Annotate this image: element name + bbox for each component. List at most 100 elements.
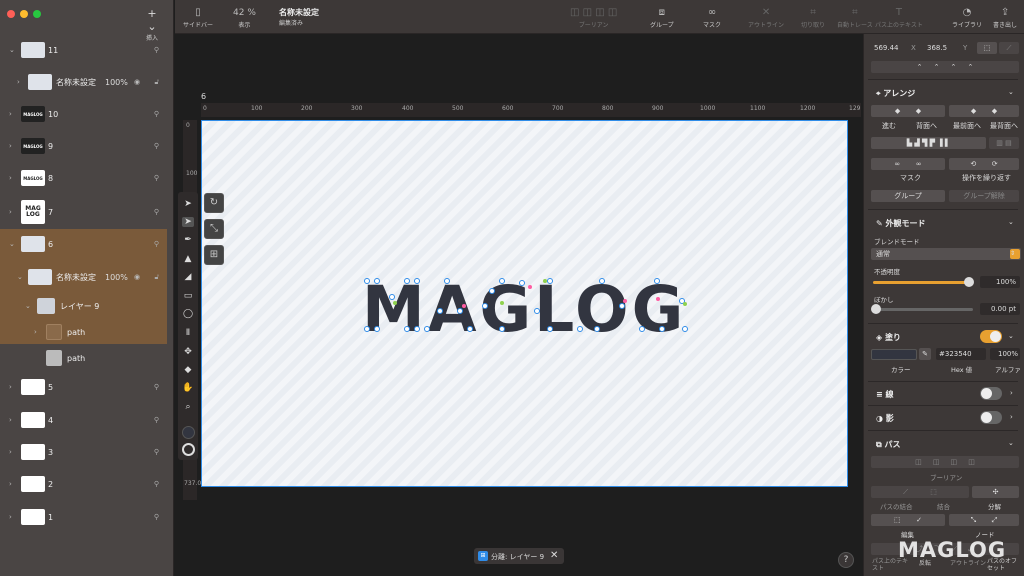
eyedropper-icon[interactable]: ✎ bbox=[919, 348, 931, 360]
pin-icon[interactable]: ⚲ bbox=[154, 208, 159, 216]
edit-buttons[interactable]: ⬚ ✓ bbox=[871, 514, 945, 526]
sidebar-toggle-button[interactable]: ▯ サイドバー bbox=[183, 6, 213, 29]
opacity-slider-knob[interactable] bbox=[964, 277, 974, 287]
layer-row[interactable]: ⌄ 名称未設定 100% ◉ 🔓︎ bbox=[0, 261, 173, 293]
export-button[interactable]: ⇪ 書き出し bbox=[993, 6, 1017, 29]
hex-field[interactable]: #323540 bbox=[936, 348, 986, 360]
node-buttons[interactable]: ⤡ ⤢ bbox=[949, 514, 1019, 526]
select-tool-icon[interactable]: ➤ bbox=[182, 199, 194, 209]
layer-row[interactable]: ⌄ 11 ⚲ bbox=[0, 34, 173, 66]
layer-row[interactable]: › 2 ⚲ bbox=[0, 468, 173, 500]
hand-tool-icon[interactable]: ✋ bbox=[182, 383, 194, 393]
chevron-right-icon[interactable]: › bbox=[9, 208, 12, 216]
layer-row[interactable]: › 5 ⚲ bbox=[0, 371, 173, 403]
chevron-right-icon[interactable]: › bbox=[34, 328, 37, 336]
layer-row[interactable]: path bbox=[0, 342, 173, 374]
layer-row-selected[interactable]: ⌄ 6 ⚲ bbox=[0, 228, 173, 260]
chevron-down-icon[interactable]: ⌄ bbox=[17, 273, 23, 281]
chevron-down-icon[interactable]: ⌄ bbox=[25, 302, 31, 310]
crop-button[interactable]: ⌗ 切り取り bbox=[801, 6, 825, 29]
lock-icon[interactable]: 🔓︎ bbox=[154, 78, 159, 87]
align-buttons[interactable]: ⌃ ⌃ ⌃ ⌃ bbox=[871, 61, 1019, 73]
chevron-down-icon[interactable]: ⌄ bbox=[1008, 88, 1014, 96]
eraser-tool-icon[interactable]: ◆ bbox=[182, 365, 194, 375]
move-tool-icon[interactable]: ✥ bbox=[182, 347, 194, 357]
help-button[interactable]: ? bbox=[838, 552, 854, 568]
pin-icon[interactable]: ⚲ bbox=[154, 142, 159, 150]
pin-icon[interactable]: ⚲ bbox=[154, 480, 159, 488]
chevron-down-icon[interactable]: ⌄ bbox=[1008, 218, 1014, 226]
text-on-path-button[interactable]: T パス上のテキスト bbox=[875, 6, 923, 29]
resize-handle-icon[interactable]: ⤡ bbox=[204, 219, 224, 239]
chevron-right-icon[interactable]: › bbox=[9, 480, 12, 488]
chevron-right-icon[interactable]: › bbox=[1010, 389, 1013, 397]
zoom-tool-icon[interactable]: ⌕ bbox=[182, 402, 194, 412]
opacity-slider[interactable] bbox=[873, 281, 973, 284]
chevron-right-icon[interactable]: › bbox=[9, 110, 12, 118]
pencil-tool-icon[interactable]: ▲ bbox=[182, 254, 194, 264]
y-field[interactable]: 368.5 bbox=[927, 44, 947, 52]
zoom-window-button[interactable] bbox=[33, 10, 41, 18]
ungroup-button[interactable]: グループ解除 bbox=[949, 190, 1019, 202]
chevron-right-icon[interactable]: › bbox=[9, 513, 12, 521]
blend-mode-select[interactable]: 通常 ⇕ bbox=[871, 248, 1021, 260]
chevron-down-icon[interactable]: ⌄ bbox=[1008, 332, 1014, 340]
eye-icon[interactable]: ◉ bbox=[134, 78, 140, 86]
pin-icon[interactable]: ⚲ bbox=[154, 46, 159, 54]
group-button[interactable]: グループ bbox=[871, 190, 945, 202]
stroke-color-swatch[interactable] bbox=[182, 443, 195, 456]
fill-color-swatch[interactable] bbox=[182, 426, 195, 439]
frame-icon[interactable]: ⬚ bbox=[977, 42, 997, 54]
alpha-field[interactable]: 100% bbox=[990, 348, 1020, 360]
lock-icon[interactable]: 🔓︎ bbox=[154, 273, 159, 282]
layer-row[interactable]: › MAGLOG 10 ⚲ bbox=[0, 98, 173, 130]
pen-tool-icon[interactable]: ✒ bbox=[182, 235, 194, 245]
text-tool-icon[interactable]: Ⅱ bbox=[182, 328, 194, 338]
layer-row[interactable]: › 4 ⚲ bbox=[0, 404, 173, 436]
pin-icon[interactable]: ⚲ bbox=[154, 240, 159, 248]
blur-slider[interactable] bbox=[873, 308, 973, 311]
mask-button[interactable]: ∞ マスク bbox=[703, 6, 721, 29]
fill-toggle[interactable] bbox=[980, 330, 1002, 343]
close-icon[interactable]: ✕ bbox=[550, 550, 558, 561]
repeat-toggle[interactable]: ⟲ ⟳ bbox=[949, 158, 1019, 170]
pin-icon[interactable]: ⚲ bbox=[154, 448, 159, 456]
chevron-right-icon[interactable]: › bbox=[9, 174, 12, 182]
chevron-right-icon[interactable]: › bbox=[9, 416, 12, 424]
autotrace-button[interactable]: ⌗ 自動トレース bbox=[837, 6, 873, 29]
transform-icon[interactable]: ⊞ bbox=[204, 245, 224, 265]
eye-icon[interactable]: ◉ bbox=[134, 273, 140, 281]
opacity-field[interactable]: 100% bbox=[980, 276, 1020, 288]
blur-field[interactable]: 0.00 pt bbox=[980, 303, 1020, 315]
blur-slider-knob[interactable] bbox=[871, 304, 881, 314]
rotate-handle-icon[interactable]: ↻ bbox=[204, 193, 224, 213]
layer-row[interactable]: › MAGLOG 8 ⚲ bbox=[0, 162, 173, 194]
chevron-right-icon[interactable]: › bbox=[1010, 413, 1013, 421]
library-button[interactable]: ◔ ライブラリ bbox=[952, 6, 982, 29]
align-distribute-buttons[interactable]: ▙ ▟ ▜ ▛ ▐ ▌ bbox=[871, 137, 986, 149]
stroke-toggle[interactable] bbox=[980, 387, 1002, 400]
pin-icon[interactable]: ⚲ bbox=[154, 174, 159, 182]
distribute-buttons[interactable]: ▥ ▤ bbox=[989, 137, 1019, 149]
minimize-window-button[interactable] bbox=[20, 10, 28, 18]
close-window-button[interactable] bbox=[7, 10, 15, 18]
chevron-right-icon[interactable]: › bbox=[9, 383, 12, 391]
split-button[interactable]: ✣ bbox=[972, 486, 1019, 498]
chevron-down-icon[interactable]: ⌄ bbox=[1008, 439, 1014, 447]
maglog-logo[interactable]: MAGLOG bbox=[202, 121, 849, 488]
pin-icon[interactable]: ⚲ bbox=[154, 110, 159, 118]
chevron-down-icon[interactable]: ⌄ bbox=[9, 46, 15, 54]
shape-tool-icon[interactable]: ◯ bbox=[182, 309, 194, 319]
chevron-right-icon[interactable]: › bbox=[9, 142, 12, 150]
boolean-button[interactable]: ◫ ◫ ◫ ◫ ブーリアン bbox=[570, 6, 617, 29]
artboard[interactable]: MAGLOG bbox=[201, 120, 848, 487]
artboard-label[interactable]: 6 bbox=[201, 92, 206, 101]
layer-row[interactable]: › 1 ⚲ bbox=[0, 501, 173, 533]
pin-icon[interactable]: ⚲ bbox=[154, 513, 159, 521]
layer-row[interactable]: › MAG LOG 7 ⚲ bbox=[0, 196, 173, 228]
chevron-right-icon[interactable]: › bbox=[9, 448, 12, 456]
fill-color-swatch[interactable] bbox=[871, 349, 917, 360]
layer-row[interactable]: › 名称未設定 100% ◉ 🔓︎ bbox=[0, 66, 173, 98]
x-field[interactable]: 569.44 bbox=[874, 44, 899, 52]
shadow-toggle[interactable] bbox=[980, 411, 1002, 424]
